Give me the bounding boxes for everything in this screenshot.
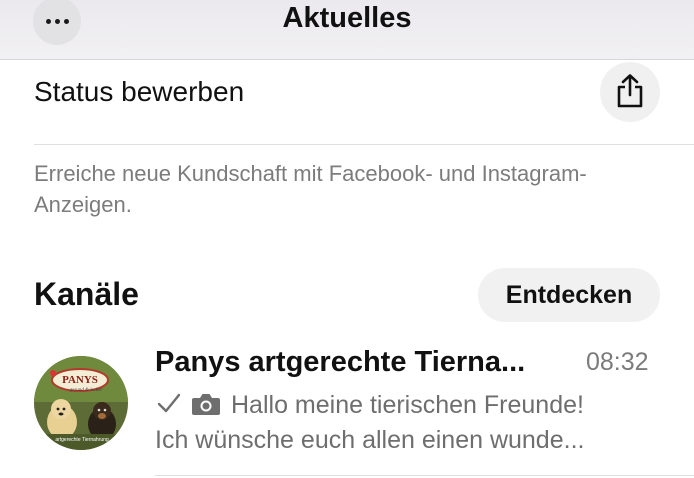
status-promote-row[interactable]: Status bewerben (0, 60, 694, 144)
avatar-brand-text: PANYS (62, 374, 98, 386)
channel-time: 08:32 (586, 348, 649, 376)
page-title: Aktuelles (282, 2, 412, 34)
top-header: Aktuelles (0, 0, 694, 60)
avatar-footer-text: artgerechte Tiernahrung (55, 437, 109, 443)
avatar-brand-subtext: gesund & lecker (70, 388, 103, 393)
channel-list-item[interactable]: PANYS gesund & lecker artgerechte Tierna… (0, 340, 694, 478)
camera-icon (192, 394, 220, 415)
channel-avatar: PANYS gesund & lecker artgerechte Tierna… (34, 356, 128, 450)
status-promote-label: Status bewerben (34, 76, 245, 107)
divider (155, 475, 694, 476)
check-icon (157, 393, 181, 413)
share-icon (617, 74, 643, 108)
share-button[interactable] (600, 62, 660, 122)
discover-button[interactable]: Entdecken (478, 268, 660, 322)
message-preview-line2: Ich wünsche euch allen einen wunde... (155, 426, 585, 454)
message-preview-line1: Hallo meine tierischen Freunde! (231, 391, 584, 419)
channels-section-title: Kanäle (34, 276, 139, 312)
channel-name: Panys artgerechte Tierna... (155, 346, 526, 378)
divider (34, 144, 694, 145)
promo-description: Erreiche neue Kundschaft mit Facebook- u… (34, 161, 587, 217)
